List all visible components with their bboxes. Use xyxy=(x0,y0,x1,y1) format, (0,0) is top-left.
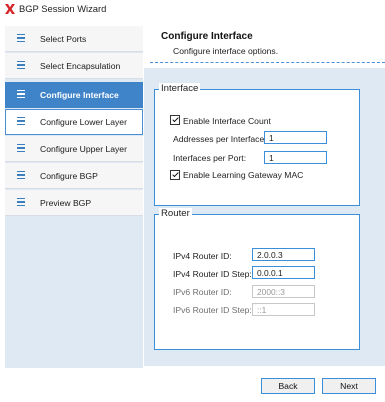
sidebar-item-select-encapsulation[interactable]: Select Encapsulation xyxy=(5,53,143,79)
ipv4-router-id-field[interactable] xyxy=(252,248,315,261)
sidebar-item-preview-bgp[interactable]: Preview BGP xyxy=(5,190,143,216)
sidebar-item-label: Configure BGP xyxy=(40,171,98,181)
ipv4-router-id-step-field[interactable] xyxy=(252,266,315,279)
list-icon xyxy=(17,198,25,206)
interface-group-legend: Interface xyxy=(159,83,201,94)
enable-learning-gateway-mac-checkbox[interactable] xyxy=(170,170,180,180)
sidebar-item-label: Configure Lower Layer xyxy=(40,117,127,127)
ipv6-router-id-label: IPv6 Router ID: xyxy=(173,287,232,297)
sidebar-item-configure-upper-layer[interactable]: Configure Upper Layer xyxy=(5,136,143,162)
page-subtitle: Configure interface options. xyxy=(173,46,279,56)
list-icon xyxy=(17,144,25,152)
enable-learning-gateway-mac-label[interactable]: Enable Learning Gateway MAC xyxy=(183,170,303,180)
sidebar-item-configure-bgp[interactable]: Configure BGP xyxy=(5,163,143,189)
addresses-per-interface-field[interactable] xyxy=(264,131,327,144)
sidebar-item-label: Configure Interface xyxy=(40,90,119,100)
enable-interface-count-label[interactable]: Enable Interface Count xyxy=(183,116,271,126)
sidebar-item-label: Preview BGP xyxy=(40,198,92,208)
ipv4-router-id-label: IPv4 Router ID: xyxy=(173,251,232,261)
list-icon xyxy=(17,171,25,179)
x-logo-icon xyxy=(5,4,15,14)
sidebar-item-label: Select Encapsulation xyxy=(40,61,121,71)
window-title: BGP Session Wizard xyxy=(19,3,107,14)
list-icon xyxy=(17,61,25,69)
interface-group: Interface Enable Interface Count Address… xyxy=(154,83,360,206)
header-divider xyxy=(150,62,385,63)
sidebar-item-label: Configure Upper Layer xyxy=(40,144,127,154)
sidebar-item-label: Select Ports xyxy=(40,34,87,44)
wizard-steps-sidebar: Select Ports Select Encapsulation Config… xyxy=(5,26,143,368)
interfaces-per-port-field[interactable] xyxy=(264,151,327,164)
ipv6-router-id-step-field xyxy=(252,303,315,316)
ipv4-router-id-step-label: IPv4 Router ID Step: xyxy=(173,269,252,279)
sidebar-item-select-ports[interactable]: Select Ports xyxy=(5,26,143,52)
list-icon xyxy=(17,34,25,42)
enable-interface-count-checkbox[interactable] xyxy=(170,115,180,125)
ipv6-router-id-step-label: IPv6 Router ID Step: xyxy=(173,305,252,315)
content-panel: Interface Enable Interface Count Address… xyxy=(144,68,385,366)
router-group-legend: Router xyxy=(159,208,192,219)
sidebar-item-configure-interface[interactable]: Configure Interface xyxy=(5,82,143,108)
page-title: Configure Interface xyxy=(161,31,253,42)
sidebar-item-configure-lower-layer[interactable]: Configure Lower Layer xyxy=(5,109,143,135)
interfaces-per-port-label: Interfaces per Port: xyxy=(173,153,247,163)
router-group: Router IPv4 Router ID: IPv4 Router ID St… xyxy=(154,208,360,350)
title-bar: BGP Session Wizard xyxy=(0,0,385,18)
ipv6-router-id-field xyxy=(252,285,315,298)
back-button[interactable]: Back xyxy=(261,378,315,394)
next-button[interactable]: Next xyxy=(322,378,376,394)
list-icon xyxy=(17,90,25,98)
list-icon xyxy=(17,117,25,125)
addresses-per-interface-label: Addresses per Interface: xyxy=(173,134,267,144)
